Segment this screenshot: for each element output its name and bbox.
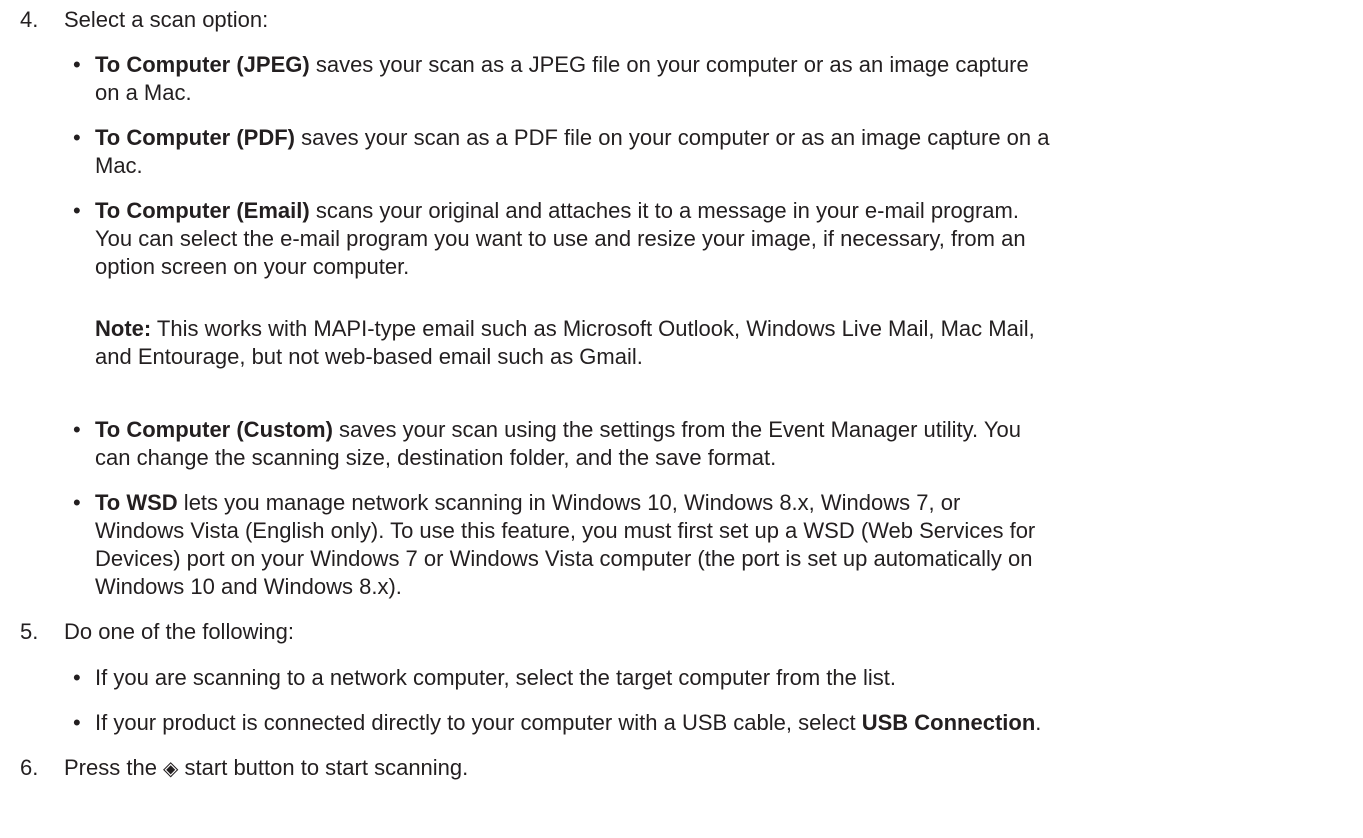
option-term: To Computer (Custom) <box>95 417 333 442</box>
bullet-icon: • <box>73 665 81 690</box>
note-block: Note: This works with MAPI-type email su… <box>95 315 1350 371</box>
option-desc: saves your scan as a PDF file on your co… <box>295 125 1050 150</box>
option-desc: can change the scanning size, destinatio… <box>95 445 777 470</box>
step-number: 4. <box>20 7 39 32</box>
bullet-icon: • <box>73 125 81 150</box>
option-desc: option screen on your computer. <box>95 254 410 279</box>
option-desc: lets you manage network scanning in Wind… <box>177 490 961 515</box>
step-number: 5. <box>20 619 39 644</box>
bullet-icon: • <box>73 417 81 442</box>
step-text: Press the ◈ start button to start scanni… <box>64 755 469 780</box>
option-desc: scans your original and attaches it to a… <box>309 198 1019 223</box>
option-term: To WSD <box>95 490 178 515</box>
list-item-body: If you are scanning to a network compute… <box>95 664 1350 692</box>
option-desc: Devices) port on your Windows 7 or Windo… <box>95 546 1033 571</box>
note-label: Note: <box>95 316 152 341</box>
bullet-icon: • <box>73 52 81 77</box>
step-text: Do one of the following: <box>64 619 294 644</box>
option-term: To Computer (PDF) <box>95 125 296 150</box>
option-desc: saves your scan as a JPEG file on your c… <box>309 52 1029 77</box>
list-item-body: To Computer (Custom) saves your scan usi… <box>95 416 1350 472</box>
bullet-icon: • <box>73 490 81 515</box>
list-item-body: To Computer (JPEG) saves your scan as a … <box>95 51 1350 107</box>
step-text: Select a scan option: <box>64 7 269 32</box>
option-desc: You can select the e-mail program you wa… <box>95 226 1026 251</box>
option-desc: If you are scanning to a network compute… <box>95 665 896 690</box>
step-number: 6. <box>20 755 39 780</box>
bullet-icon: • <box>73 198 81 223</box>
list-item-body: If your product is connected directly to… <box>95 709 1350 737</box>
bullet-icon: • <box>73 710 81 735</box>
list-item-body: To Computer (PDF) saves your scan as a P… <box>95 124 1350 180</box>
option-desc: . <box>1035 710 1042 735</box>
start-icon: ◈ <box>163 756 179 780</box>
option-term: USB Connection <box>861 710 1036 735</box>
option-desc: on a Mac. <box>95 80 192 105</box>
list-item-body: To Computer (Email) scans your original … <box>95 197 1350 281</box>
option-desc: If your product is connected directly to… <box>95 710 862 735</box>
note-text: This works with MAPI-type email such as … <box>151 316 1035 341</box>
option-term: To Computer (Email) <box>95 198 310 223</box>
note-text: and Entourage, but not web-based email s… <box>95 344 643 369</box>
option-desc: saves your scan using the settings from … <box>332 417 1021 442</box>
option-desc: Windows 10 and Windows 8.x). <box>95 574 402 599</box>
option-term: To Computer (JPEG) <box>95 52 310 77</box>
list-item-body: To WSD lets you manage network scanning … <box>95 489 1350 601</box>
option-desc: Windows Vista (English only). To use thi… <box>95 518 1036 543</box>
option-desc: Mac. <box>95 153 143 178</box>
